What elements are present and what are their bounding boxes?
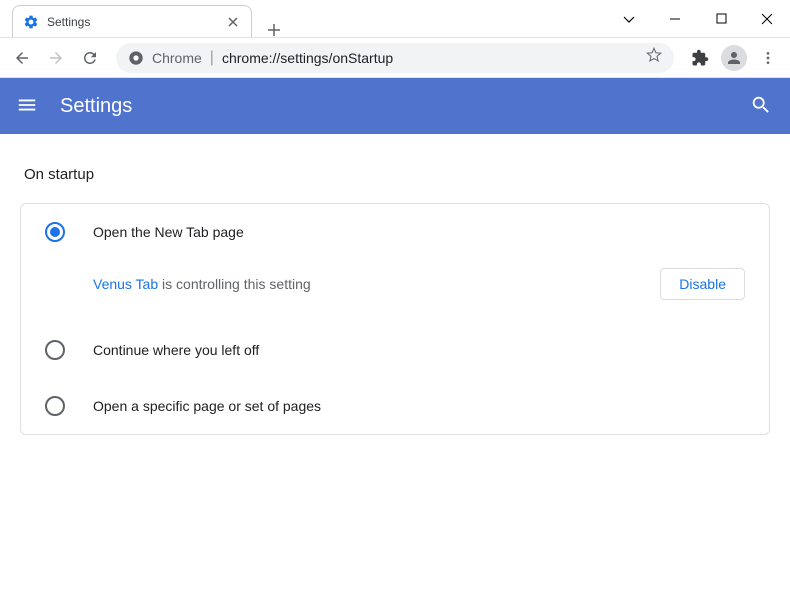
reload-button[interactable]: [76, 44, 104, 72]
startup-panel: Open the New Tab page Venus Tab is contr…: [20, 203, 770, 435]
radio-button[interactable]: [45, 222, 65, 242]
tab-title: Settings: [47, 15, 217, 29]
new-tab-button[interactable]: [260, 23, 288, 37]
menu-button[interactable]: [754, 44, 782, 72]
gear-icon: [23, 14, 39, 30]
radio-label: Continue where you left off: [93, 342, 259, 358]
close-icon[interactable]: [225, 14, 241, 30]
chrome-icon: [128, 50, 144, 66]
extension-notice: Venus Tab is controlling this setting Di…: [21, 260, 769, 322]
omnibox-origin: Chrome: [152, 50, 202, 66]
bookmark-icon[interactable]: [646, 47, 662, 68]
omnibox-url: chrome://settings/onStartup: [222, 50, 638, 66]
settings-content: On startup Open the New Tab page Venus T…: [0, 134, 790, 467]
browser-tab[interactable]: Settings: [12, 5, 252, 37]
search-icon[interactable]: [750, 94, 774, 118]
radio-label: Open the New Tab page: [93, 224, 244, 240]
option-specific-page[interactable]: Open a specific page or set of pages: [21, 378, 769, 434]
page-title: Settings: [60, 95, 750, 118]
chevron-down-icon[interactable]: [606, 3, 652, 35]
disable-button[interactable]: Disable: [660, 268, 745, 300]
menu-icon[interactable]: [16, 94, 40, 118]
radio-label: Open a specific page or set of pages: [93, 398, 321, 414]
option-continue[interactable]: Continue where you left off: [21, 322, 769, 378]
option-new-tab[interactable]: Open the New Tab page: [21, 204, 769, 260]
extensions-icon[interactable]: [686, 44, 714, 72]
close-button[interactable]: [744, 3, 790, 35]
settings-header: Settings: [0, 78, 790, 134]
notice-text: Venus Tab is controlling this setting: [93, 276, 648, 292]
forward-button[interactable]: [42, 44, 70, 72]
avatar-icon: [721, 45, 747, 71]
minimize-button[interactable]: [652, 3, 698, 35]
window-controls: [606, 0, 790, 37]
radio-button[interactable]: [45, 396, 65, 416]
profile-button[interactable]: [720, 44, 748, 72]
maximize-button[interactable]: [698, 3, 744, 35]
window-titlebar: Settings: [0, 0, 790, 38]
omnibox-separator: |: [210, 49, 214, 67]
notice-message: is controlling this setting: [162, 276, 311, 292]
address-bar[interactable]: Chrome | chrome://settings/onStartup: [116, 43, 674, 73]
radio-button[interactable]: [45, 340, 65, 360]
extension-link[interactable]: Venus Tab: [93, 276, 162, 292]
section-title: On startup: [0, 154, 790, 191]
browser-toolbar: Chrome | chrome://settings/onStartup: [0, 38, 790, 78]
tab-strip: Settings: [0, 0, 606, 37]
back-button[interactable]: [8, 44, 36, 72]
